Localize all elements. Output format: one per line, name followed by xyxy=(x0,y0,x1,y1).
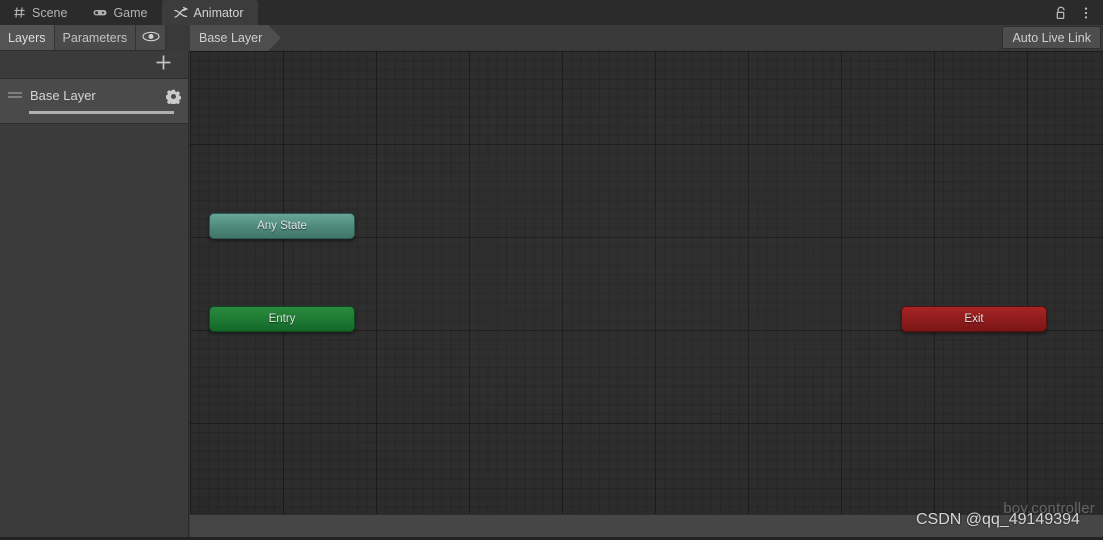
layer-name-label: Base Layer xyxy=(30,88,96,103)
animator-toolbar: Layers Parameters Base Layer Auto Live L… xyxy=(0,25,1103,51)
grid-icon xyxy=(12,6,26,20)
layer-settings-button[interactable] xyxy=(158,88,188,109)
animator-window: Scene Game Animator Layers Parameters Ba… xyxy=(0,0,1103,540)
animator-state-machine-canvas[interactable]: Any State Entry Exit boy.controller xyxy=(190,51,1103,514)
controller-asset-label: boy.controller xyxy=(1003,500,1095,514)
tab-game-label: Game xyxy=(113,5,148,20)
state-node-exit[interactable]: Exit xyxy=(901,306,1047,332)
tab-scene[interactable]: Scene xyxy=(0,0,81,25)
sidebar-empty-area xyxy=(0,124,188,539)
gamepad-icon xyxy=(93,6,107,20)
sidebar-add-row xyxy=(0,51,188,79)
tab-layers-label: Layers xyxy=(8,30,46,45)
window-controls xyxy=(1053,0,1103,25)
breadcrumb-chevron-icon xyxy=(268,25,282,51)
state-node-label: Entry xyxy=(268,313,296,325)
breadcrumb-label: Base Layer xyxy=(199,31,263,45)
tab-scene-label: Scene xyxy=(32,5,68,20)
animator-node-icon xyxy=(173,6,188,20)
layers-sidebar: Base Layer xyxy=(0,51,189,540)
tab-parameters[interactable]: Parameters xyxy=(54,25,137,51)
breadcrumb-bar: Base Layer Auto Live Link xyxy=(190,25,1103,51)
kebab-menu-icon[interactable] xyxy=(1078,5,1094,21)
auto-live-link-button[interactable]: Auto Live Link xyxy=(1002,26,1101,49)
state-node-entry[interactable]: Entry xyxy=(209,306,355,332)
state-node-label: Exit xyxy=(964,313,984,325)
breadcrumb-base-layer[interactable]: Base Layer xyxy=(190,25,269,51)
tab-animator[interactable]: Animator xyxy=(161,0,258,25)
state-node-label: Any State xyxy=(257,220,307,232)
auto-live-link-label: Auto Live Link xyxy=(1012,30,1091,45)
tab-animator-label: Animator xyxy=(193,5,244,20)
layers-parameters-toolbar: Layers Parameters xyxy=(0,25,190,51)
gear-icon xyxy=(165,89,181,109)
animator-status-bar xyxy=(190,514,1103,537)
layer-weight-slider[interactable] xyxy=(29,111,174,114)
toggle-layer-visibility-button[interactable] xyxy=(136,25,167,51)
eye-icon xyxy=(142,31,160,45)
state-node-any-state[interactable]: Any State xyxy=(209,213,355,239)
window-tab-bar: Scene Game Animator xyxy=(0,0,1103,25)
add-layer-button[interactable] xyxy=(152,54,174,76)
drag-handle-icon[interactable] xyxy=(0,88,30,99)
tab-parameters-label: Parameters xyxy=(62,30,128,45)
canvas-vignette xyxy=(190,51,1103,514)
tab-game[interactable]: Game xyxy=(81,0,161,25)
sidebar-layer-item[interactable]: Base Layer xyxy=(0,79,188,124)
unlocked-padlock-icon[interactable] xyxy=(1053,5,1069,21)
tab-layers[interactable]: Layers xyxy=(0,25,55,51)
plus-icon xyxy=(155,54,172,76)
